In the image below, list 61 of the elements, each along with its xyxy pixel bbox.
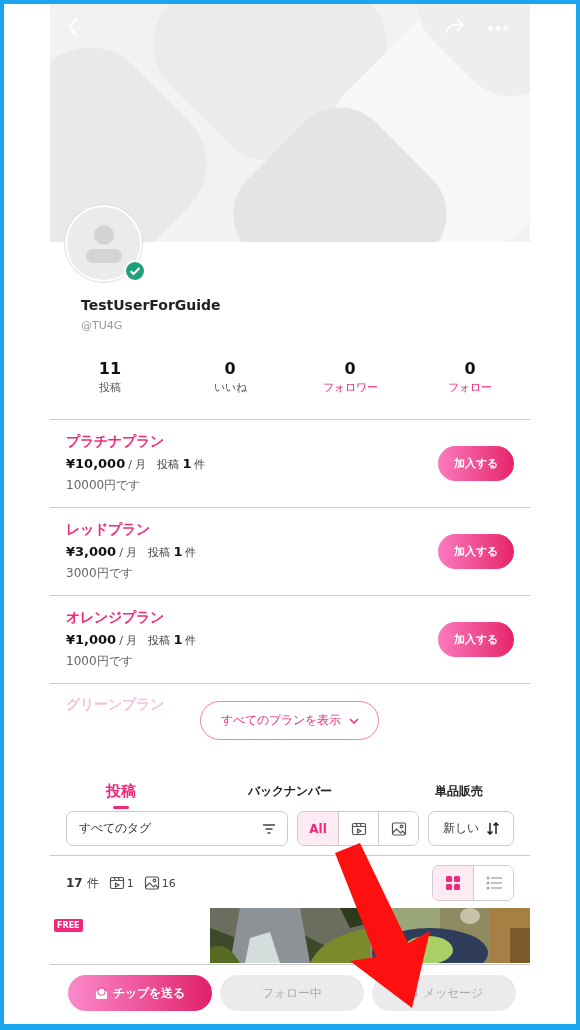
post-count-label: 投稿	[148, 633, 171, 648]
grid-icon	[446, 876, 460, 890]
show-all-plans-button[interactable]: すべてのプランを表示	[200, 701, 379, 740]
plan-name: レッドプラン	[66, 521, 151, 539]
free-badge: FREE	[54, 919, 83, 932]
all-filter-button[interactable]: All	[298, 812, 338, 845]
plan-note: 10000円です	[66, 477, 142, 494]
price-period: / 月	[128, 457, 147, 472]
sort-icon	[487, 822, 499, 835]
post-count: 1	[173, 544, 183, 559]
tag-select[interactable]: すべてのタグ	[66, 811, 288, 846]
price-period: / 月	[119, 633, 138, 648]
stat-link[interactable]: フォロー	[448, 380, 492, 395]
post-count: 1	[182, 456, 192, 471]
plan-note: 1000円です	[66, 653, 134, 670]
join-button[interactable]: 加入する	[438, 622, 514, 657]
post-unit: 件	[185, 545, 197, 560]
tip-button[interactable]: チップを送る	[68, 975, 212, 1011]
image-count: 16	[161, 876, 176, 890]
user-handle: @TU4G	[81, 319, 124, 332]
stat-count: 11	[98, 359, 122, 378]
stat-label: 投稿	[99, 380, 121, 395]
plan-note: 3000円です	[66, 565, 134, 582]
user-name: TestUserForGuide	[81, 297, 222, 313]
stat-count: 0	[224, 359, 236, 378]
price-period: / 月	[119, 545, 138, 560]
stat-count[interactable]: 0	[464, 359, 476, 378]
plan-price: ¥1,000	[66, 632, 117, 647]
post-count-label: 投稿	[148, 545, 171, 560]
post-count-label: 投稿	[157, 457, 180, 472]
join-button[interactable]: 加入する	[438, 446, 514, 481]
filter-icon	[263, 823, 275, 834]
plan-name: プラチナプラン	[66, 433, 165, 451]
video-icon	[108, 875, 125, 891]
tab[interactable]: 投稿	[50, 782, 192, 811]
video-count: 1	[126, 876, 134, 890]
plan-price: ¥10,000	[66, 456, 126, 471]
post-unit: 件	[194, 457, 206, 472]
list-icon	[485, 876, 502, 890]
stat-link[interactable]: フォロワー	[322, 380, 378, 395]
post-total-unit: 件	[86, 874, 99, 892]
list-view-button[interactable]	[473, 866, 513, 900]
stat-label: いいね	[213, 380, 247, 395]
plan-name: グリーンプラン	[66, 696, 164, 714]
post-unit: 件	[185, 633, 197, 648]
video-icon	[350, 820, 367, 837]
image-icon	[390, 820, 407, 837]
sort-button[interactable]: 新しい	[428, 811, 514, 846]
stat-count[interactable]: 0	[344, 359, 356, 378]
plan-price: ¥3,000	[66, 544, 117, 559]
join-button[interactable]: 加入する	[438, 534, 514, 569]
coin-envelope-icon	[95, 986, 108, 1000]
image-filter-button[interactable]	[378, 812, 418, 845]
image-icon	[143, 875, 160, 891]
post-total: 17	[66, 876, 83, 890]
tab[interactable]: バックナンバー	[191, 782, 389, 811]
post-count: 1	[173, 632, 183, 647]
tab[interactable]: 単品販売	[388, 782, 530, 811]
grid-view-button[interactable]	[433, 866, 473, 900]
chevron-down-icon	[348, 717, 359, 724]
plan-name: オレンジプラン	[66, 609, 165, 627]
